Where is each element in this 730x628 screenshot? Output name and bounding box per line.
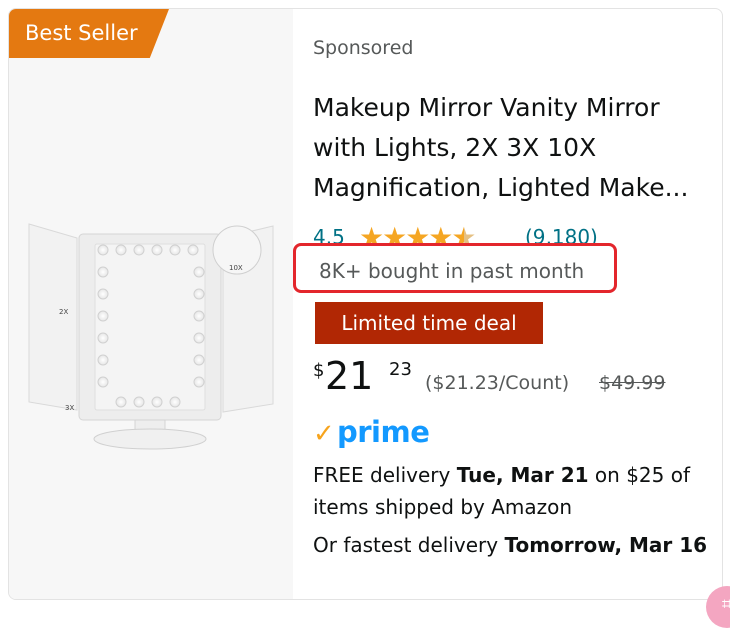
price-row[interactable]: $ 21 23 ($21.23/Count) $49.99 xyxy=(313,354,713,404)
product-image-pane[interactable]: Best Seller 10X 2X 3X xyxy=(9,9,293,599)
free-delivery-prefix: FREE delivery xyxy=(313,463,457,487)
free-delivery-text: FREE delivery Tue, Mar 21 on $25 of item… xyxy=(313,459,713,523)
price-fraction: 23 xyxy=(389,359,412,380)
product-card[interactable]: Best Seller 10X 2X 3X Sponsored Makeup M… xyxy=(8,8,723,600)
deal-label: Limited time deal xyxy=(341,311,517,335)
price-whole: 21 xyxy=(325,354,374,398)
image-label-10x: 10X xyxy=(229,264,243,272)
list-price: $49.99 xyxy=(599,372,666,394)
price-currency: $ xyxy=(313,360,325,381)
image-label-2x: 2X xyxy=(59,308,68,316)
fastest-delivery-date: Tomorrow, Mar 16 xyxy=(504,533,708,557)
best-seller-badge: Best Seller xyxy=(9,9,169,58)
bought-highlight-box: 8K+ bought in past month xyxy=(293,243,617,293)
limited-time-deal-badge: Limited time deal xyxy=(315,302,543,344)
image-label-3x: 3X xyxy=(65,404,74,412)
price-per-unit: ($21.23/Count) xyxy=(425,372,570,394)
best-seller-label: Best Seller xyxy=(25,21,138,45)
fastest-delivery-text: Or fastest delivery Tomorrow, Mar 16 xyxy=(313,529,713,561)
bought-in-past-month: 8K+ bought in past month xyxy=(319,259,585,283)
product-title-text[interactable]: Makeup Mirror Vanity Mirror with Lights,… xyxy=(313,88,703,208)
prime-badge: ✓ prime xyxy=(313,415,443,451)
free-delivery-date: Tue, Mar 21 xyxy=(456,463,589,487)
prime-check-icon: ✓ xyxy=(313,419,335,449)
fastest-delivery-prefix: Or fastest delivery xyxy=(313,533,505,557)
product-image[interactable]: 10X 2X 3X xyxy=(23,214,279,454)
sponsored-label[interactable]: Sponsored xyxy=(313,37,413,59)
product-title[interactable]: Makeup Mirror Vanity Mirror with Lights,… xyxy=(313,88,703,208)
prime-logo: prime xyxy=(337,415,430,449)
